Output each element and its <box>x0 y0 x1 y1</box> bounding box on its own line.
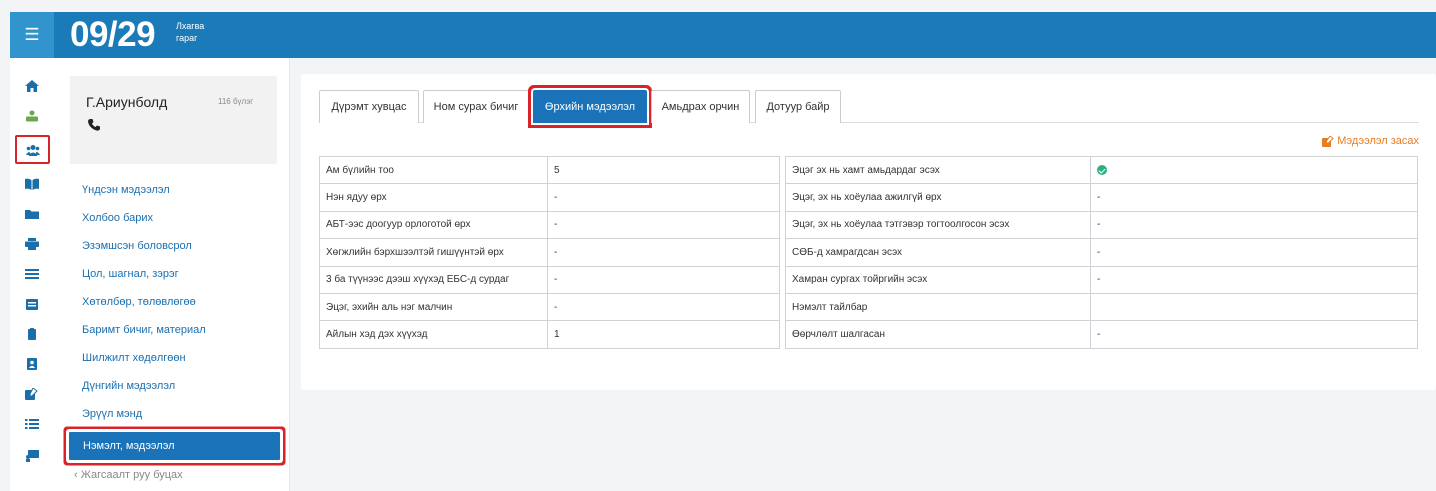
table-row: 3 ба түүнээс дээш хүүхэд ЕБС-д сурдаг - <box>319 265 780 294</box>
users-icon[interactable] <box>15 135 50 164</box>
row-value: - <box>1090 265 1418 294</box>
row-label: Нэмэлт тайлбар <box>785 292 1091 322</box>
row-label: Эцэг, эхийн аль нэг малчин <box>319 292 548 322</box>
edit-info-label: Мэдээлэл засах <box>1337 135 1419 147</box>
icon-sidebar <box>10 58 58 491</box>
clipboard-icon[interactable] <box>25 328 39 340</box>
table-row: Айлын хэд дэх хүүхэд 1 <box>319 320 780 349</box>
student-group: 116 бүлэг <box>218 97 254 106</box>
row-value: - <box>1090 320 1418 349</box>
household-table-left: Ам бүлийн тоо 5 Нэн ядуу өрх - АБТ-ээс д… <box>319 155 780 349</box>
nav-item-awards[interactable]: Цол, шагнал, зэрэг <box>58 260 290 288</box>
row-value <box>1090 292 1418 322</box>
back-to-list-label: Жагсаалт руу буцах <box>80 469 183 481</box>
print-icon[interactable] <box>25 238 39 250</box>
check-circle-icon <box>1097 165 1107 176</box>
tab-household-info[interactable]: Өрхийн мэдээлэл <box>533 90 647 123</box>
nav-item-additional-info[interactable]: Нэмэлт, мэдээлэл <box>69 432 280 460</box>
header-weekday: Лхагва гараг <box>176 20 204 44</box>
hand-coins-icon[interactable] <box>25 110 39 122</box>
row-label: Эцэг эх нь хамт амьдардаг эсэх <box>785 155 1091 185</box>
row-label: 3 ба түүнээс дээш хүүхэд ЕБС-д сурдаг <box>319 265 548 294</box>
table-row: СӨБ-д хамрагдсан эсэх - <box>785 238 1418 267</box>
book-open-icon[interactable] <box>25 178 39 190</box>
table-row: Нэн ядуу өрх - <box>319 183 780 212</box>
row-label: Эцэг, эх нь хоёулаа ажилгүй өрх <box>785 183 1091 212</box>
tab-living-environment[interactable]: Амьдрах орчин <box>651 90 750 123</box>
back-to-list-link[interactable]: ‹ Жагсаалт руу буцах <box>74 469 183 481</box>
table-row: Эцэг, эх нь хоёулаа тэтгэвэр тогтоолгосо… <box>785 210 1418 240</box>
row-value: - <box>1090 238 1418 267</box>
nav-item-basic-info[interactable]: Үндсэн мэдээлэл <box>58 176 290 204</box>
tab-textbooks[interactable]: Ном сурах бичиг <box>423 90 529 123</box>
table-row: Ам бүлийн тоо 5 <box>319 155 780 185</box>
table-row: Өөрчлөлт шалгасан - <box>785 320 1418 349</box>
weekday-line-2: гараг <box>176 33 198 43</box>
row-value: 1 <box>547 320 780 349</box>
row-label: СӨБ-д хамрагдсан эсэх <box>785 238 1091 267</box>
profile-card: Г.Ариунболд 116 бүлэг <box>70 76 277 164</box>
row-value <box>1090 155 1418 185</box>
row-label: Хөгжлийн бэрхшээлтэй гишүүнтэй өрх <box>319 238 548 267</box>
row-value: - <box>547 265 780 294</box>
row-value: - <box>1090 183 1418 212</box>
edit-info-link[interactable]: Мэдээлэл засах <box>1322 135 1419 147</box>
phone-icon[interactable] <box>88 118 100 131</box>
nav-item-health[interactable]: Эрүүл мэнд <box>58 400 290 428</box>
folder-icon[interactable] <box>25 208 39 220</box>
student-name: Г.Ариунболд <box>86 94 168 110</box>
row-value: - <box>547 183 780 212</box>
teacher-board-icon[interactable] <box>25 450 39 462</box>
row-value: - <box>547 238 780 267</box>
row-value: - <box>547 210 780 240</box>
table-row: Хамран сургах тойргийн эсэх - <box>785 265 1418 294</box>
table-row: Хөгжлийн бэрхшээлтэй гишүүнтэй өрх - <box>319 238 780 267</box>
tab-dormitory[interactable]: Дотуур байр <box>755 90 841 123</box>
row-value: - <box>1090 210 1418 240</box>
edit-icon[interactable] <box>25 388 39 400</box>
tab-bar: Дүрэмт хувцас Ном сурах бичиг Өрхийн мэд… <box>319 90 1419 123</box>
hamburger-menu-button[interactable]: ☰ <box>10 12 54 58</box>
nav-item-documents[interactable]: Баримт бичиг, материал <box>58 316 290 344</box>
row-label: Хамран сургах тойргийн эсэх <box>785 265 1091 294</box>
nav-item-contact[interactable]: Холбоо барих <box>58 204 290 232</box>
address-book-icon[interactable] <box>25 358 39 370</box>
household-table-right: Эцэг эх нь хамт амьдардаг эсэх Эцэг, эх … <box>785 155 1418 349</box>
row-value: - <box>547 292 780 322</box>
table-row: Эцэг эх нь хамт амьдардаг эсэх <box>785 155 1418 185</box>
section-nav: Үндсэн мэдээлэл Холбоо барих Эзэмшсэн бо… <box>58 176 290 460</box>
table-row: АБТ-ээс доогуур орлоготой өрх - <box>319 210 780 240</box>
weekday-line-1: Лхагва <box>176 21 205 31</box>
row-label: Эцэг, эх нь хоёулаа тэтгэвэр тогтоолгосо… <box>785 210 1091 240</box>
table-row: Эцэг, эх нь хоёулаа ажилгүй өрх - <box>785 183 1418 212</box>
nav-item-program[interactable]: Хөтөлбөр, төлөвлөгөө <box>58 288 290 316</box>
row-label: Нэн ядуу өрх <box>319 183 548 212</box>
list-icon[interactable] <box>25 268 39 280</box>
nav-item-transfer[interactable]: Шилжилт хөдөлгөөн <box>58 344 290 372</box>
row-label: Ам бүлийн тоо <box>319 155 548 185</box>
student-panel: Г.Ариунболд 116 бүлэг Үндсэн мэдээлэл Хо… <box>58 58 290 491</box>
row-value: 5 <box>547 155 780 185</box>
tab-uniform[interactable]: Дүрэмт хувцас <box>319 90 419 123</box>
calendar-icon[interactable] <box>25 298 39 310</box>
task-list-icon[interactable] <box>25 418 39 430</box>
table-row: Нэмэлт тайлбар <box>785 292 1418 322</box>
table-row: Эцэг, эхийн аль нэг малчин - <box>319 292 780 322</box>
chevron-left-icon: ‹ <box>74 469 78 481</box>
main-content: Дүрэмт хувцас Ном сурах бичиг Өрхийн мэд… <box>301 74 1436 390</box>
row-label: Өөрчлөлт шалгасан <box>785 320 1091 349</box>
row-label: Айлын хэд дэх хүүхэд <box>319 320 548 349</box>
row-label: АБТ-ээс доогуур орлоготой өрх <box>319 210 548 240</box>
nav-item-education[interactable]: Эзэмшсэн боловсрол <box>58 232 290 260</box>
edit-icon <box>1322 135 1335 147</box>
top-header: ☰ 09/29 Лхагва гараг <box>10 12 1436 58</box>
menu-icon: ☰ <box>24 25 40 44</box>
header-date: 09/29 <box>70 15 156 54</box>
nav-item-grades[interactable]: Дүнгийн мэдээлэл <box>58 372 290 400</box>
home-icon[interactable] <box>25 80 39 92</box>
